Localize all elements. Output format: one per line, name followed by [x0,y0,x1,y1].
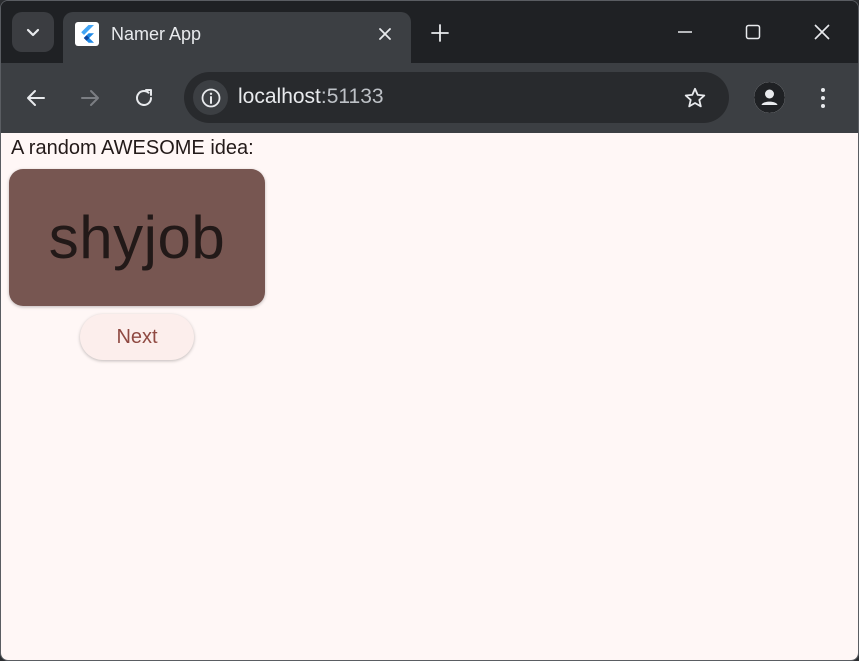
close-icon [814,24,830,40]
chevron-down-icon [26,28,40,37]
reload-icon [136,89,152,106]
window-close-button[interactable] [807,17,837,47]
url-host: localhost [238,85,321,108]
close-tab-button[interactable] [375,24,395,44]
new-tab-button[interactable] [429,22,451,44]
browser-menu-button[interactable] [811,83,835,113]
reload-button[interactable] [129,83,159,113]
active-tab[interactable]: Namer App [63,12,411,63]
url-text: localhost:51133 [238,85,384,109]
word-pair-card: shyjob [9,169,265,306]
person-icon [754,82,785,113]
forward-button[interactable] [75,83,105,113]
minimize-button[interactable] [670,17,700,47]
arrow-left-icon [27,90,45,106]
info-icon [201,88,220,107]
tab-strip: Namer App [1,1,858,63]
address-bar[interactable]: localhost:51133 [184,72,729,123]
browser-toolbar: localhost:51133 [1,63,858,133]
plus-icon [431,24,449,42]
arrow-right-icon [81,90,99,106]
tab-title: Namer App [111,24,202,44]
idea-caption: A random AWESOME idea: [11,137,254,159]
kebab-menu-icon [821,88,825,108]
close-icon [379,28,391,40]
next-button[interactable]: Next [80,314,194,360]
url-port: :51133 [320,85,384,108]
flutter-logo-icon [75,22,99,46]
word-pair-text: shyjob [48,204,226,271]
minimize-icon [678,31,692,33]
site-info-button[interactable] [193,80,228,115]
profile-button[interactable] [754,82,785,113]
bookmark-button[interactable] [681,84,709,112]
tab-search-button[interactable] [12,12,54,52]
app-page: A random AWESOME idea: shyjob Next [1,133,858,660]
back-button[interactable] [21,83,51,113]
maximize-button[interactable] [738,17,768,47]
star-icon [684,87,706,108]
maximize-icon [745,24,761,40]
browser-window: Namer App localhost:51133 A random AWESO… [0,0,859,661]
